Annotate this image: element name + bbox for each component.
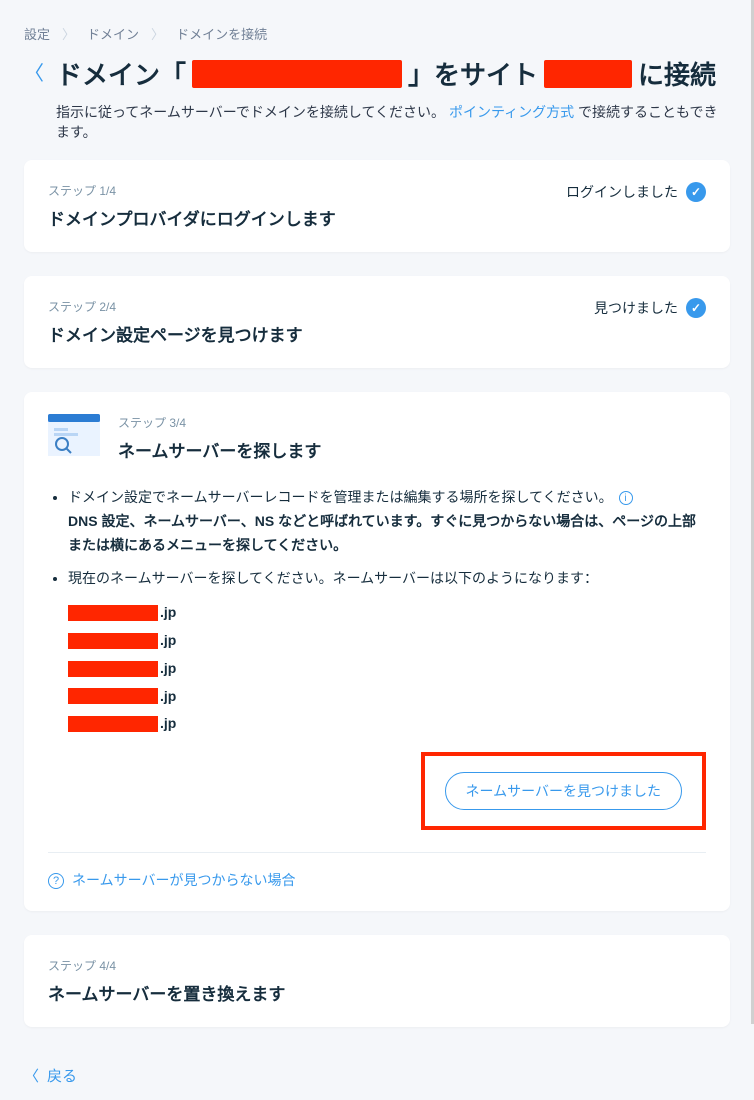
bullet-2-text: 現在のネームサーバーを探してください。ネームサーバーは以下のようになります： [68, 570, 598, 586]
chevron-left-icon: 〈 [24, 1065, 39, 1086]
breadcrumb-settings[interactable]: 設定 [24, 24, 50, 43]
nameserver-list: .jp .jp .jp .jp .jp [48, 601, 706, 736]
page-subtitle: 指示に従ってネームサーバーでドメインを接続してください。 ポインティング方式 で… [0, 100, 754, 160]
title-part3: に接続 [638, 55, 716, 92]
step-1-label: ステップ 1/4 [48, 182, 566, 199]
bullet-1-text-b: DNS 設定、ネームサーバー、NS などと呼ばれています。すぐに見つからない場合… [68, 513, 696, 553]
redacted-ns [68, 633, 158, 649]
question-icon: ? [48, 873, 64, 889]
step-2-status: 見つけました ✓ [594, 298, 706, 318]
back-chevron-icon[interactable]: 〈 [24, 64, 44, 84]
page-header: 〈 ドメイン「 」をサイト に接続 [0, 55, 754, 100]
nameserver-item: .jp [68, 685, 706, 709]
nameserver-item: .jp [68, 629, 706, 653]
redacted-ns [68, 661, 158, 677]
pointing-method-link[interactable]: ポインティング方式 [449, 104, 574, 120]
info-icon[interactable]: i [619, 491, 633, 505]
step-1-card: ステップ 1/4 ドメインプロバイダにログインします ログインしました ✓ [24, 160, 730, 252]
ns-suffix: .jp [160, 657, 176, 681]
redacted-ns [68, 716, 158, 732]
title-part2: 」をサイト [408, 55, 538, 92]
ns-suffix: .jp [160, 712, 176, 736]
chevron-right-icon: 〉 [62, 24, 75, 43]
breadcrumb-connect-domain: ドメインを接続 [176, 24, 267, 43]
redacted-ns [68, 605, 158, 621]
step-3-card: ステップ 3/4 ネームサーバーを探します ドメイン設定でネームサーバーレコード… [24, 392, 730, 911]
page-title: ドメイン「 」をサイト に接続 [56, 55, 716, 92]
step-2-label: ステップ 2/4 [48, 298, 594, 315]
footer-back-text: 戻る [47, 1065, 77, 1086]
ns-suffix: .jp [160, 601, 176, 625]
step-3-title: ネームサーバーを探します [118, 437, 706, 462]
step-3-bullet-2: 現在のネームサーバーを探してください。ネームサーバーは以下のようになります： [68, 567, 706, 591]
chevron-right-icon: 〉 [151, 24, 164, 43]
step-4-card: ステップ 4/4 ネームサーバーを置き換えます [24, 935, 730, 1027]
step-1-status-text: ログインしました [566, 182, 678, 202]
step-2-title: ドメイン設定ページを見つけます [48, 321, 594, 346]
redacted-domain [192, 60, 402, 88]
breadcrumb-domain[interactable]: ドメイン [87, 24, 139, 43]
step-1-status: ログインしました ✓ [566, 182, 706, 202]
step-1-title: ドメインプロバイダにログインします [48, 205, 566, 230]
step-4-title: ネームサーバーを置き換えます [48, 980, 706, 1005]
nameserver-item: .jp [68, 657, 706, 681]
highlight-box: ネームサーバーを見つけました [421, 752, 706, 830]
nameserver-item: .jp [68, 712, 706, 736]
footer-back-link[interactable]: 〈 戻る [0, 1051, 754, 1100]
step-4-label: ステップ 4/4 [48, 957, 706, 974]
redacted-site [544, 60, 632, 88]
ns-suffix: .jp [160, 629, 176, 653]
subtitle-prefix: 指示に従ってネームサーバーでドメインを接続してください。 [56, 104, 445, 120]
title-part1: ドメイン「 [56, 55, 186, 92]
help-link-text: ネームサーバーが見つからない場合 [72, 869, 295, 893]
step-2-card: ステップ 2/4 ドメイン設定ページを見つけます 見つけました ✓ [24, 276, 730, 368]
check-icon: ✓ [686, 298, 706, 318]
step-3-label: ステップ 3/4 [118, 414, 706, 431]
found-nameserver-button[interactable]: ネームサーバーを見つけました [445, 772, 682, 810]
breadcrumb: 設定 〉 ドメイン 〉 ドメインを接続 [0, 0, 754, 55]
ns-suffix: .jp [160, 685, 176, 709]
nameserver-item: .jp [68, 601, 706, 625]
browser-search-icon [48, 414, 100, 456]
bullet-1-text-a: ドメイン設定でネームサーバーレコードを管理または編集する場所を探してください。 [68, 489, 613, 505]
check-icon: ✓ [686, 182, 706, 202]
help-link[interactable]: ? ネームサーバーが見つからない場合 [48, 852, 706, 893]
step-3-bullet-1: ドメイン設定でネームサーバーレコードを管理または編集する場所を探してください。 … [68, 486, 706, 557]
step-2-status-text: 見つけました [594, 298, 678, 318]
redacted-ns [68, 688, 158, 704]
